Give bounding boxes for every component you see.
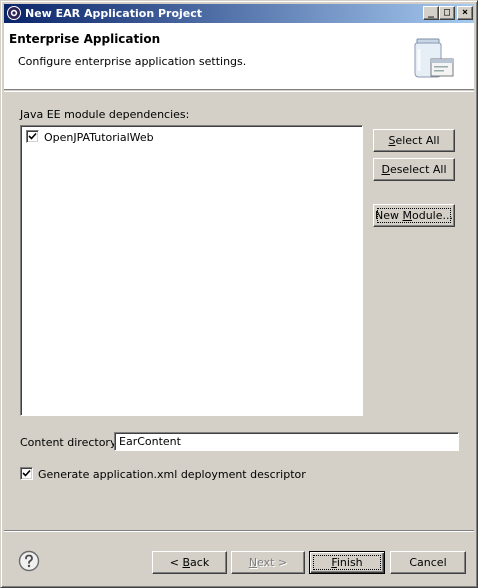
finish-button[interactable]: Finish — [309, 551, 385, 574]
module-dependencies-list[interactable]: OpenJPATutorialWeb — [20, 125, 363, 416]
content-directory-input[interactable] — [114, 432, 459, 451]
jar-wizard-icon — [414, 38, 454, 78]
new-module-button[interactable]: New Module... — [373, 204, 455, 227]
deselect-all-button[interactable]: Deselect All — [373, 158, 455, 181]
page-description: Configure enterprise application setting… — [18, 55, 247, 68]
title-bar[interactable]: New EAR Application Project _ □ × — [4, 4, 474, 23]
cancel-button[interactable]: Cancel — [390, 551, 466, 574]
banner-separator — [4, 91, 474, 92]
dependency-checkbox[interactable] — [26, 130, 39, 143]
module-dependencies-label: Java EE module dependencies: — [20, 108, 190, 121]
minimize-button[interactable]: _ — [423, 6, 439, 20]
next-button[interactable]: Next > — [231, 551, 305, 574]
back-button[interactable]: < Back — [152, 551, 227, 574]
wizard-window: New EAR Application Project _ □ × Enterp… — [0, 0, 478, 588]
help-question-icon[interactable] — [18, 550, 40, 572]
generate-descriptor-checkbox[interactable] — [20, 467, 33, 480]
wizard-banner: Enterprise Application Configure enterpr… — [4, 23, 474, 90]
checkmark-icon — [22, 469, 31, 477]
content-directory-label: Content directory: — [20, 436, 120, 449]
window-title: New EAR Application Project — [25, 7, 203, 20]
checkmark-icon — [28, 132, 37, 140]
page-title: Enterprise Application — [9, 32, 161, 46]
close-button[interactable]: × — [457, 6, 473, 20]
dependency-label: OpenJPATutorialWeb — [44, 131, 154, 144]
generate-descriptor-label: Generate application.xml deployment desc… — [38, 468, 306, 481]
eclipse-app-icon — [7, 6, 21, 20]
select-all-button[interactable]: Select All — [373, 129, 455, 152]
maximize-button[interactable]: □ — [439, 6, 455, 20]
